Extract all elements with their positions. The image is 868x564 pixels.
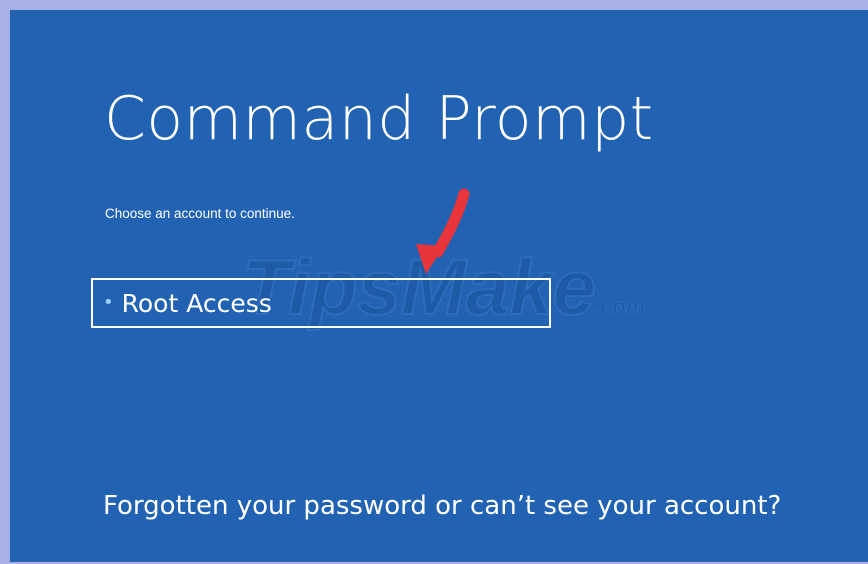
forgot-password-link[interactable]: Forgotten your password or can’t see you… (103, 491, 781, 521)
page-title: Command Prompt (104, 84, 654, 154)
instruction-text: Choose an account to continue. (105, 206, 295, 221)
recovery-screen: Command Prompt Choose an account to cont… (10, 10, 868, 562)
arrow-shaft (432, 188, 470, 258)
account-item-root-access[interactable]: • Root Access (91, 278, 551, 328)
screenshot-frame: Command Prompt Choose an account to cont… (0, 0, 868, 564)
watermark-suffix: .com (594, 294, 645, 319)
bullet-icon: • (103, 292, 114, 313)
arrow-head (416, 244, 444, 274)
account-label: Root Access (121, 288, 272, 318)
annotation-arrow-icon (416, 188, 470, 274)
